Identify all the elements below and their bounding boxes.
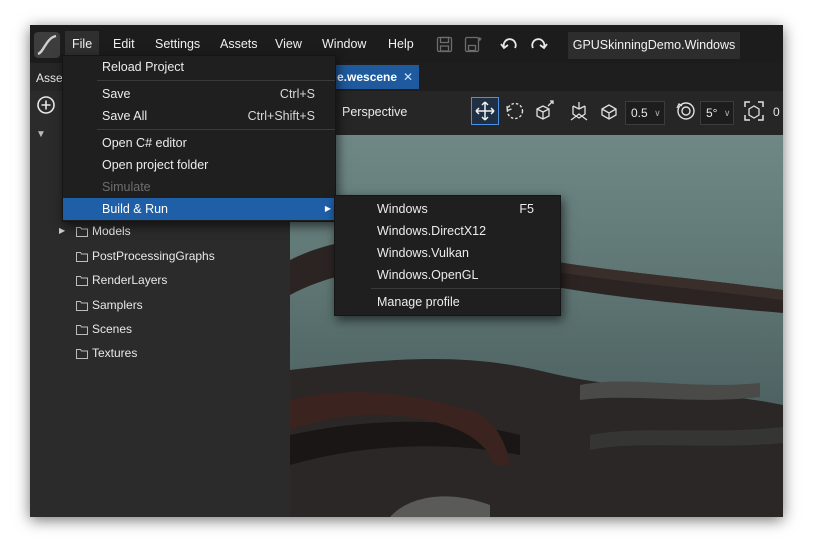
tab-scene[interactable]: e.wescene ✕ <box>333 65 420 89</box>
save-icon[interactable] <box>436 36 453 56</box>
menu-item-label: Save <box>102 87 131 101</box>
submenu-item-windows[interactable]: Windows F5 <box>335 198 560 220</box>
menu-item-save[interactable]: Save Ctrl+S <box>63 83 335 105</box>
rotation-snap-value: 5° <box>706 106 718 120</box>
menu-item-label: Windows.Vulkan <box>377 246 469 260</box>
menu-settings[interactable]: Settings <box>155 37 200 51</box>
chevron-right-icon: ▶ <box>324 204 331 213</box>
pivot-icon[interactable] <box>568 100 590 125</box>
submenu-item-manage-profile[interactable]: Manage profile <box>335 291 560 313</box>
menu-item-open-project-folder[interactable]: Open project folder <box>63 154 335 176</box>
rotate-gizmo-icon[interactable] <box>504 101 526 124</box>
models-expander-icon[interactable]: ▶ <box>59 226 65 235</box>
snap-scale-icon[interactable] <box>599 101 621 124</box>
menu-item-label: Reload Project <box>102 60 184 74</box>
menu-item-label: Open C# editor <box>102 136 187 150</box>
folder-icon <box>76 348 88 362</box>
folder-icon <box>76 275 88 289</box>
menu-item-label: Save All <box>102 109 148 123</box>
menu-item-simulate: Simulate <box>63 176 335 198</box>
close-icon[interactable]: ✕ <box>403 70 413 84</box>
folder-icon <box>76 324 88 338</box>
tree-item-label: Samplers <box>92 298 143 312</box>
scale-gizmo-icon[interactable] <box>533 100 555 125</box>
tree-item-label: PostProcessingGraphs <box>92 249 215 263</box>
tree-item-scenes[interactable]: Scenes <box>76 322 132 338</box>
menu-item-label: Windows.OpenGL <box>377 268 479 282</box>
tree-item-label: Models <box>92 224 131 238</box>
tree-item-label: Scenes <box>92 322 133 336</box>
folder-icon <box>76 300 88 314</box>
extra-value[interactable]: 0 <box>773 105 780 119</box>
scale-snap-value: 0.5 <box>631 106 648 120</box>
tree-item-postprocessinggraphs[interactable]: PostProcessingGraphs <box>76 249 215 265</box>
submenu-item-opengl[interactable]: Windows.OpenGL <box>335 264 560 286</box>
scene-render <box>290 236 783 517</box>
menu-file[interactable]: File <box>65 31 100 57</box>
menu-item-label: Windows.DirectX12 <box>377 224 487 238</box>
menu-edit[interactable]: Edit <box>113 37 135 51</box>
tree-item-samplers[interactable]: Samplers <box>76 298 143 314</box>
camera-mode-button[interactable]: Perspective <box>342 105 407 119</box>
menu-item-save-all[interactable]: Save All Ctrl+Shift+S <box>63 105 335 127</box>
menu-item-open-csharp-editor[interactable]: Open C# editor <box>63 132 335 154</box>
undo-icon[interactable] <box>500 37 518 56</box>
frame-icon[interactable] <box>743 100 765 125</box>
move-gizmo-icon[interactable] <box>471 97 499 125</box>
menu-view[interactable]: View <box>275 37 302 51</box>
tree-item-textures[interactable]: Textures <box>76 346 137 362</box>
menu-window[interactable]: Window <box>322 37 366 51</box>
assets-panel-title: Asse <box>36 71 63 85</box>
folder-icon <box>76 251 88 265</box>
menu-assets[interactable]: Assets <box>220 37 258 51</box>
menu-item-label: Simulate <box>102 180 151 194</box>
menu-help[interactable]: Help <box>388 37 414 51</box>
menu-item-shortcut: Ctrl+S <box>279 87 315 101</box>
menu-separator <box>97 80 335 81</box>
submenu-item-directx12[interactable]: Windows.DirectX12 <box>335 220 560 242</box>
tree-item-label: RenderLayers <box>92 273 168 287</box>
menu-item-label: Build & Run <box>102 202 169 216</box>
menu-item-label: Open project folder <box>102 158 209 172</box>
tab-scene-label: e.wescene <box>337 70 398 84</box>
menu-item-label: Manage profile <box>377 295 460 309</box>
project-name-badge[interactable]: GPUSkinningDemo.Windows <box>568 32 740 59</box>
build-run-submenu: Windows F5 Windows.DirectX12 Windows.Vul… <box>334 195 561 316</box>
tree-item-label: Textures <box>92 346 138 360</box>
redo-icon[interactable] <box>530 37 548 56</box>
save-all-icon[interactable] <box>464 36 483 56</box>
menu-item-reload-project[interactable]: Reload Project <box>63 56 335 78</box>
tree-item-models[interactable]: Models <box>76 224 131 240</box>
file-menu-dropdown: Reload Project Save Ctrl+S Save All Ctrl… <box>62 55 336 222</box>
submenu-item-vulkan[interactable]: Windows.Vulkan <box>335 242 560 264</box>
scale-snap-select[interactable]: 0.5 ∨ <box>625 101 665 125</box>
chevron-down-icon: ∨ <box>723 108 731 118</box>
rotation-snap-select[interactable]: 5° ∨ <box>700 101 735 125</box>
tree-root-expander[interactable]: ▼ <box>36 129 46 140</box>
app-logo-icon <box>34 32 60 58</box>
snap-rotation-icon[interactable] <box>675 100 697 125</box>
folder-icon <box>76 226 88 240</box>
menu-item-label: Windows <box>377 202 428 216</box>
menu-separator <box>371 288 560 289</box>
tree-item-renderlayers[interactable]: RenderLayers <box>76 273 167 289</box>
menu-item-build-and-run[interactable]: Build & Run ▶ <box>63 198 335 220</box>
menu-item-shortcut: F5 <box>519 202 534 216</box>
menu-item-shortcut: Ctrl+Shift+S <box>247 109 315 123</box>
add-circle-icon[interactable] <box>36 95 56 118</box>
scene-viewport[interactable] <box>290 135 783 517</box>
chevron-down-icon: ∨ <box>654 108 661 118</box>
menu-separator <box>97 129 335 130</box>
